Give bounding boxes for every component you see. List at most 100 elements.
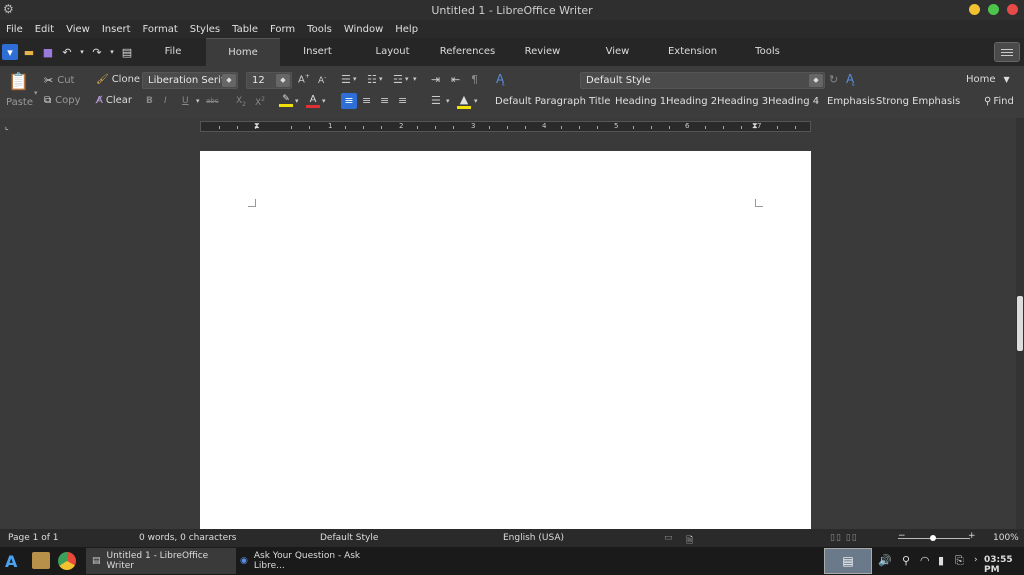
style-emphasis[interactable]: Emphasis [827,96,875,107]
battery-icon[interactable]: ▮ [938,554,944,567]
cut-button[interactable]: ✂ Cut [44,74,74,87]
font-color-icon[interactable]: A [306,94,320,108]
bullet-list-dropdown-icon[interactable]: ▾ [353,75,357,83]
font-name-combo[interactable]: Liberation Serif ◆ [142,72,238,89]
paragraph-style-dropdown-icon[interactable]: ◆ [809,74,823,87]
writer-icon[interactable]: ▾ [2,44,18,60]
undo-icon[interactable]: ↶ [59,44,75,60]
launcher-icon[interactable]: A [5,552,17,571]
menu-styles[interactable]: Styles [184,24,226,35]
location-icon[interactable]: ⚲ [902,554,910,567]
bullet-list-icon[interactable]: ☰ [341,73,351,86]
scrollbar-thumb[interactable] [1017,296,1023,351]
selection-mode-icon[interactable]: ▭ [664,533,673,543]
menu-file[interactable]: File [0,24,29,35]
highlight-dropdown-icon[interactable]: ▾ [295,97,299,105]
menu-window[interactable]: Window [338,24,389,35]
update-style-icon[interactable]: ↻ [829,73,838,86]
tab-layout[interactable]: Layout [355,38,430,66]
paste-icon[interactable]: 📋 [8,72,30,92]
paragraph-style-combo[interactable]: Default Style ◆ [580,72,825,89]
line-spacing-icon[interactable]: ☰ [431,94,441,107]
font-size-dropdown-icon[interactable]: ◆ [276,74,290,87]
menu-table[interactable]: Table [226,24,264,35]
strikethrough-icon[interactable]: abc [206,97,219,105]
paste-button[interactable]: Paste [6,97,33,108]
tab-review[interactable]: Review [505,38,580,66]
menu-view[interactable]: View [60,24,96,35]
menu-tools[interactable]: Tools [301,24,338,35]
gear-icon[interactable]: ⚙ [3,2,14,16]
outline-list-dropdown-icon[interactable]: ▾ [405,75,409,83]
home-dropdown[interactable]: Home ▼ [966,74,1010,85]
tray-expand-icon[interactable]: › [974,555,978,565]
redo-icon[interactable]: ↷ [89,44,105,60]
style-heading-3[interactable]: Heading 3 [717,96,768,107]
outline-list-icon[interactable]: ☲ [393,73,403,86]
clock[interactable]: 03:55 PM [984,555,1024,575]
attachment-icon[interactable]: ⎘ [955,554,964,568]
menu-form[interactable]: Form [264,24,301,35]
increase-indent-icon[interactable]: ⇥ [431,73,440,86]
style-strong-emphasis[interactable]: Strong Emphasis [876,96,960,107]
style-icon[interactable]: Ą [496,72,504,86]
numbered-list-dropdown-icon[interactable]: ▾ [379,75,383,83]
shrink-font-icon[interactable]: A- [318,74,326,86]
superscript-icon[interactable]: X2 [255,96,265,108]
align-center-icon[interactable]: ≡ [362,94,371,107]
zoom-out-icon[interactable]: − [898,531,906,541]
tab-insert[interactable]: Insert [280,38,355,66]
print-icon[interactable]: ▤ [119,44,135,60]
style-heading-4[interactable]: Heading 4 [768,96,819,107]
workspace-pager[interactable]: ▤ [824,548,872,574]
zoom-level[interactable]: 100% [993,533,1019,543]
underline-icon[interactable]: U [182,96,189,106]
close-button[interactable] [1007,4,1018,15]
tab-extension[interactable]: Extension [655,38,730,66]
menu-hamburger-button[interactable] [994,42,1020,62]
open-icon[interactable]: ▬ [21,44,37,60]
zoom-slider-thumb[interactable] [930,535,936,541]
line-spacing-dropdown-icon[interactable]: ▾ [446,97,450,105]
clone-button[interactable]: 🖌 Clone [96,74,140,85]
menu-format[interactable]: Format [137,24,184,35]
tab-tools[interactable]: Tools [730,38,805,66]
page-style[interactable]: Default Style [320,533,378,543]
menu-edit[interactable]: Edit [29,24,60,35]
document-page[interactable] [200,151,811,531]
minimize-button[interactable] [969,4,980,15]
zoom-in-icon[interactable]: + [968,531,976,541]
underline-dropdown-icon[interactable]: ▾ [196,97,200,105]
style-heading-2[interactable]: Heading 2 [666,96,717,107]
copy-button[interactable]: ⧉ Copy [44,95,81,106]
page-count[interactable]: Page 1 of 1 [8,533,59,543]
align-right-icon[interactable]: ≡ [380,94,389,107]
wifi-icon[interactable]: ◠ [920,554,930,567]
files-icon[interactable] [32,552,50,569]
style-title[interactable]: Title [589,96,610,107]
redo-dropdown-icon[interactable]: ▾ [108,44,116,60]
vertical-scrollbar[interactable] [1016,118,1024,529]
subscript-icon[interactable]: X2 [236,96,246,108]
undo-dropdown-icon[interactable]: ▾ [78,44,86,60]
numbered-list-icon[interactable]: ☷ [367,73,377,86]
font-name-dropdown-icon[interactable]: ◆ [222,74,236,87]
volume-icon[interactable]: 🔊 [878,554,892,567]
justify-icon[interactable]: ≡ [398,94,407,107]
taskbar-item-browser[interactable]: ◉ Ask Your Question - Ask Libre... [240,548,390,574]
font-color-dropdown-icon[interactable]: ▾ [322,97,326,105]
maximize-button[interactable] [988,4,999,15]
view-layout-icons[interactable]: ▯▯ ▯▯ [830,533,858,543]
style-default-paragraph[interactable]: Default Paragraph [495,96,586,107]
style-heading-1[interactable]: Heading 1 [615,96,666,107]
tab-file[interactable]: File [140,38,206,66]
list-more-dropdown-icon[interactable]: ▾ [413,75,417,83]
save-icon[interactable]: ■ [40,44,56,60]
bold-icon[interactable]: B [146,96,153,106]
language[interactable]: English (USA) [503,533,564,543]
menu-insert[interactable]: Insert [96,24,137,35]
taskbar-item-writer[interactable]: ▤ Untitled 1 - LibreOffice Writer [86,548,236,574]
paste-dropdown-icon[interactable]: ▾ [34,89,38,97]
formatting-marks-icon[interactable]: ¶ [471,73,478,86]
tab-stop-icon[interactable]: ⌞ [5,122,9,131]
